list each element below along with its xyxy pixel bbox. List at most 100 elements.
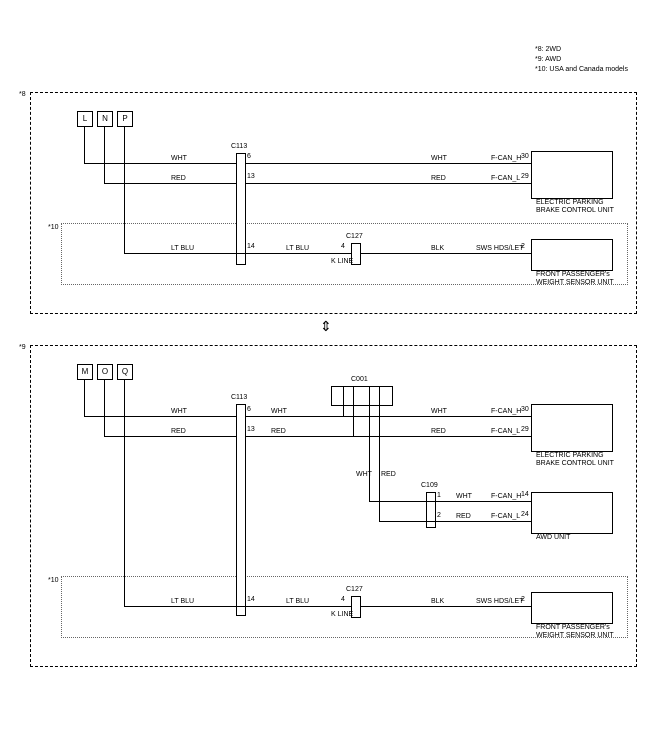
legend-line: *8: 2WD <box>535 45 628 55</box>
sig-kline: K LINE <box>331 611 353 618</box>
sig-sws: SWS HDS/LET <box>476 245 523 252</box>
component-fpws <box>531 592 613 624</box>
color-ltblu: LT BLU <box>171 598 194 605</box>
c113-label: C113 <box>231 143 247 150</box>
pin-c113-6: 6 <box>247 406 251 413</box>
legend: *8: 2WD *9: AWD *10: USA and Canada mode… <box>535 45 628 75</box>
wire <box>84 126 85 163</box>
dot10-label: *10 <box>48 577 59 584</box>
c109-label: C109 <box>421 482 438 489</box>
component-epb <box>531 151 613 199</box>
pin-c109-1: 1 <box>437 492 441 499</box>
color-wht: WHT <box>431 408 447 415</box>
pin-epb-29: 29 <box>521 426 529 433</box>
box9-label: *9 <box>19 344 26 351</box>
legend-line: *9: AWD <box>535 55 628 65</box>
c127-label: C127 <box>346 586 363 593</box>
terminal-P: P <box>117 111 133 127</box>
pin-c109-2: 2 <box>437 512 441 519</box>
connector-c113 <box>236 404 246 616</box>
connector-c109 <box>426 492 436 528</box>
component-fpws-label: FRONT PASSENGER's WEIGHT SENSOR UNIT <box>536 624 626 640</box>
c127-label: C127 <box>346 233 363 240</box>
component-epb-label: ELECTRIC PARKING BRAKE CONTROL UNIT <box>536 199 626 215</box>
sig-fcanl: F-CAN_L <box>491 513 520 520</box>
color-red: RED <box>381 471 396 478</box>
color-red: RED <box>171 175 186 182</box>
c113-label: C113 <box>231 394 247 401</box>
schematic-box-8: *8 *10 L N P WHT WHT F-CAN_H 30 RED RED … <box>30 92 637 314</box>
color-ltblu: LT BLU <box>286 245 309 252</box>
wire <box>84 163 531 164</box>
wire <box>104 436 531 437</box>
wire <box>343 386 344 416</box>
schematic-box-9: *9 *10 M O Q WHT WHT WHT F-CAN_H 30 RED … <box>30 345 637 667</box>
sig-fcanh: F-CAN_H <box>491 408 521 415</box>
color-ltblu: LT BLU <box>286 598 309 605</box>
color-wht: WHT <box>431 155 447 162</box>
pin-c113-6: 6 <box>247 153 251 160</box>
color-wht: WHT <box>171 155 187 162</box>
terminal-Q: Q <box>117 364 133 380</box>
wiring-diagram-page: *8: 2WD *9: AWD *10: USA and Canada mode… <box>0 0 658 756</box>
color-red: RED <box>271 428 286 435</box>
component-awd <box>531 492 613 534</box>
component-awd-label: AWD UNIT <box>536 534 626 542</box>
pin-c127-4: 4 <box>341 243 345 250</box>
connector-c001 <box>331 386 393 406</box>
pin-epb-30: 30 <box>521 153 529 160</box>
pin-c113-13: 13 <box>247 173 255 180</box>
terminal-N: N <box>97 111 113 127</box>
legend-line: *10: USA and Canada models <box>535 65 628 75</box>
pin-c113-13: 13 <box>247 426 255 433</box>
color-red: RED <box>171 428 186 435</box>
wire <box>124 126 125 253</box>
color-ltblu: LT BLU <box>171 245 194 252</box>
wire <box>84 416 531 417</box>
color-blk: BLK <box>431 598 444 605</box>
color-red: RED <box>431 428 446 435</box>
sig-fcanl: F-CAN_L <box>491 175 520 182</box>
connector-c113 <box>236 153 246 265</box>
pin-awd-24: 24 <box>521 511 529 518</box>
c001-label: C001 <box>351 376 368 383</box>
sig-sws: SWS HDS/LET <box>476 598 523 605</box>
color-wht: WHT <box>456 493 472 500</box>
pin-c113-14: 14 <box>247 596 255 603</box>
wire <box>104 183 531 184</box>
box8-label: *8 <box>19 91 26 98</box>
sig-fcanh: F-CAN_H <box>491 493 521 500</box>
pin-c113-14: 14 <box>247 243 255 250</box>
wire <box>124 606 531 607</box>
color-red: RED <box>431 175 446 182</box>
terminal-M: M <box>77 364 93 380</box>
component-epb <box>531 404 613 452</box>
sig-fcanh: F-CAN_H <box>491 155 521 162</box>
wire <box>353 386 354 436</box>
component-fpws-label: FRONT PASSENGER's WEIGHT SENSOR UNIT <box>536 271 626 287</box>
dot10-label: *10 <box>48 224 59 231</box>
wire <box>379 521 531 522</box>
component-fpws <box>531 239 613 271</box>
color-wht: WHT <box>171 408 187 415</box>
wire <box>369 386 370 501</box>
pin-awd-14: 14 <box>521 491 529 498</box>
pin-fpws-2: 2 <box>521 596 525 603</box>
component-epb-label: ELECTRIC PARKING BRAKE CONTROL UNIT <box>536 452 626 468</box>
terminal-L: L <box>77 111 93 127</box>
sig-kline: K LINE <box>331 258 353 265</box>
pin-fpws-2: 2 <box>521 243 525 250</box>
pin-epb-30: 30 <box>521 406 529 413</box>
wire <box>124 379 125 606</box>
pin-epb-29: 29 <box>521 173 529 180</box>
pin-c127-4: 4 <box>341 596 345 603</box>
wire <box>104 126 105 183</box>
color-blk: BLK <box>431 245 444 252</box>
updown-arrow-icon: ⇕ <box>320 318 332 335</box>
wire <box>369 501 531 502</box>
wire <box>124 253 531 254</box>
terminal-O: O <box>97 364 113 380</box>
color-wht: WHT <box>356 471 372 478</box>
wire <box>104 379 105 436</box>
color-wht: WHT <box>271 408 287 415</box>
